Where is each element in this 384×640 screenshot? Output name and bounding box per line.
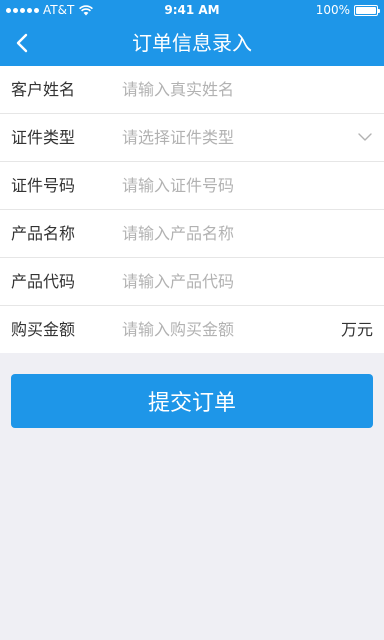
back-button[interactable] <box>0 20 44 66</box>
status-bar: AT&T 9:41 AM 100% <box>0 0 384 20</box>
product-code-label: 产品代码 <box>11 272 76 291</box>
customer-name-row: 客户姓名 <box>0 66 384 114</box>
amount-unit-label: 万元 <box>340 320 373 339</box>
app-header: AT&T 9:41 AM 100% 订单信息录入 <box>0 0 384 66</box>
purchase-amount-row: 购买金额 万元 <box>0 306 384 353</box>
submit-order-button[interactable]: 提交订单 <box>11 374 373 428</box>
battery-fill <box>356 6 376 14</box>
purchase-amount-label: 购买金额 <box>11 320 76 339</box>
status-right: 100% <box>315 3 380 17</box>
battery-icon <box>354 4 380 16</box>
id-number-label: 证件号码 <box>11 176 76 195</box>
id-number-input[interactable] <box>122 171 362 200</box>
id-type-row[interactable]: 证件类型 <box>0 114 384 162</box>
id-type-select[interactable] <box>122 123 332 152</box>
product-code-row: 产品代码 <box>0 258 384 306</box>
customer-name-input[interactable] <box>122 75 332 104</box>
chevron-left-icon <box>16 33 28 53</box>
id-number-row: 证件号码 <box>0 162 384 210</box>
product-name-row: 产品名称 <box>0 210 384 258</box>
id-type-label: 证件类型 <box>11 128 76 147</box>
product-code-input[interactable] <box>122 267 362 296</box>
customer-name-label: 客户姓名 <box>11 80 76 99</box>
nav-bar: 订单信息录入 <box>0 20 384 66</box>
product-name-input[interactable] <box>122 219 362 248</box>
order-form: 客户姓名 证件类型 证件号码 产品名称 产品代码 购买金额 万元 <box>0 66 384 353</box>
purchase-amount-input[interactable] <box>122 315 332 344</box>
page-title: 订单信息录入 <box>132 31 252 55</box>
product-name-label: 产品名称 <box>11 224 76 243</box>
battery-percentage: 100% <box>315 3 350 17</box>
chevron-down-icon[interactable] <box>358 132 372 142</box>
